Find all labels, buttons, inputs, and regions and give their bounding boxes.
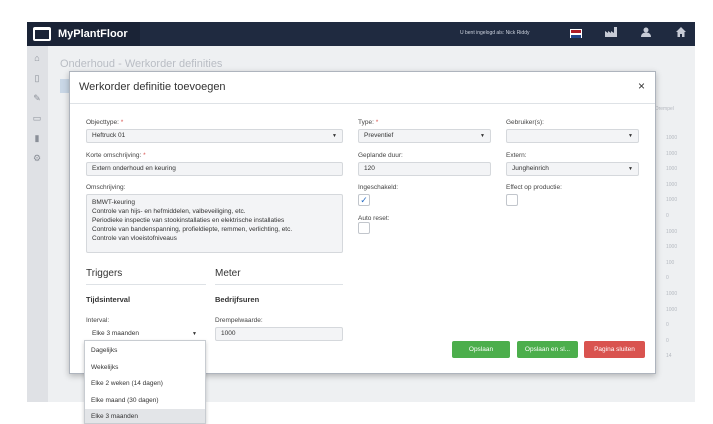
factory-icon[interactable] [605, 27, 617, 40]
interval-dropdown-list: Dagelijks Wekelijks Elke 2 weken (14 dagen… [84, 340, 206, 424]
external-label: Extern: [506, 152, 527, 159]
background-cell: 0 [666, 322, 669, 329]
wrench-icon[interactable]: ✎ [31, 92, 43, 104]
meter-heading: Meter [215, 268, 241, 279]
background-cell: 1000 [666, 244, 678, 251]
caret-down-icon: ▼ [628, 166, 633, 172]
operating-hours-heading: Bedrijfsuren [215, 295, 260, 304]
triggers-divider [86, 284, 206, 285]
user-icon[interactable] [641, 27, 651, 40]
objecttype-label: Objecttype: * [86, 119, 124, 126]
type-select[interactable]: Preventief ▼ [358, 129, 491, 143]
top-bar: MyPlantFloor U bent ingelogd als: Nick R… [27, 22, 695, 46]
enabled-label: Ingeschakeld: [358, 184, 399, 191]
auto-reset-checkbox[interactable] [358, 222, 370, 234]
users-select[interactable]: ▼ [506, 129, 639, 143]
planned-duration-input[interactable]: 120 [358, 162, 491, 176]
triggers-heading: Triggers [86, 268, 123, 279]
background-cell: 14 [666, 353, 672, 360]
enabled-checkbox[interactable]: ✓ [358, 194, 370, 206]
gear-icon[interactable]: ⚙ [31, 152, 43, 164]
background-cell: 1000 [666, 181, 678, 188]
inbox-icon[interactable]: ▭ [31, 112, 43, 124]
background-cell: 1000 [666, 166, 678, 173]
background-cell: 1000 [666, 197, 678, 204]
users-label: Gebruiker(s): [506, 119, 544, 126]
interval-label: Interval: [86, 317, 110, 324]
external-select[interactable]: Jungheinrich ▼ [506, 162, 639, 176]
home-icon[interactable]: ⌂ [31, 52, 43, 64]
caret-down-icon: ▼ [332, 133, 337, 139]
threshold-input[interactable]: 1000 [215, 327, 343, 341]
background-cell: 1000 [666, 135, 678, 141]
meter-divider [215, 284, 343, 285]
home-icon[interactable] [676, 27, 686, 40]
description-textarea[interactable]: BMWT-keuring Controle van hijs- en hefmi… [86, 194, 343, 253]
save-button[interactable]: Opslaan [452, 341, 510, 358]
interval-option[interactable]: Wekelijks [85, 360, 205, 375]
interval-select[interactable]: Elke 3 maanden ▼ [86, 327, 206, 341]
background-cell: 100 [666, 259, 675, 266]
dialog-divider [70, 103, 655, 104]
dialog-title: Werkorder definitie toevoegen [79, 81, 226, 93]
interval-option[interactable]: Dagelijks [85, 343, 205, 358]
column-header: Drempel [655, 106, 674, 112]
type-label: Type: * [358, 119, 379, 126]
threshold-label: Drempelwaarde: [215, 317, 263, 324]
caret-down-icon: ▼ [480, 133, 485, 139]
plant-logo-icon [33, 27, 51, 41]
background-cell: 0 [666, 275, 669, 282]
auto-reset-label: Auto reset: [358, 215, 390, 222]
production-effect-label: Effect op productie: [506, 184, 562, 191]
planned-duration-label: Geplande duur: [358, 152, 403, 159]
caret-down-icon: ▼ [628, 133, 633, 139]
close-icon[interactable]: × [638, 79, 645, 93]
document-icon[interactable]: ▯ [31, 72, 43, 84]
interval-option[interactable]: Elke 2 weken (14 dagen) [85, 376, 205, 391]
short-description-input[interactable]: Extern onderhoud en keuring [86, 162, 343, 176]
description-label: Omschrijving: [86, 184, 126, 191]
background-cell: 1000 [666, 228, 678, 235]
sidebar: ⌂ ▯ ✎ ▭ ▮ ⚙ [27, 46, 48, 402]
logged-in-user: U bent ingelogd als: Nick Riddy [460, 30, 530, 36]
background-cell: 1000 [666, 306, 678, 313]
flag-nl-icon[interactable] [570, 29, 582, 38]
background-cell: 0 [666, 213, 669, 219]
brand[interactable]: MyPlantFloor [27, 22, 140, 46]
brand-name: MyPlantFloor [58, 28, 128, 40]
production-effect-checkbox[interactable] [506, 194, 518, 206]
caret-down-icon: ▼ [192, 331, 197, 337]
save-and-close-button[interactable]: Opslaan en sl... [517, 341, 578, 358]
background-cell: 1000 [666, 150, 678, 157]
interval-option[interactable]: Elke maand (30 dagen) [85, 393, 205, 408]
page-title: Onderhoud - Werkorder definities [60, 58, 223, 70]
objecttype-select[interactable]: Heftruck 01 ▼ [86, 129, 343, 143]
background-cell: 0 [666, 337, 669, 344]
background-cell: 1000 [666, 291, 678, 297]
time-interval-heading: Tijdsinterval [86, 295, 131, 304]
add-work-order-definition-dialog: Werkorder definitie toevoegen × Objectty… [69, 71, 656, 374]
close-page-button[interactable]: Pagina sluiten [584, 341, 645, 358]
chart-icon[interactable]: ▮ [31, 132, 43, 144]
short-description-label: Korte omschrijving: * [86, 152, 146, 159]
interval-option[interactable]: Elke 3 maanden [85, 409, 205, 423]
